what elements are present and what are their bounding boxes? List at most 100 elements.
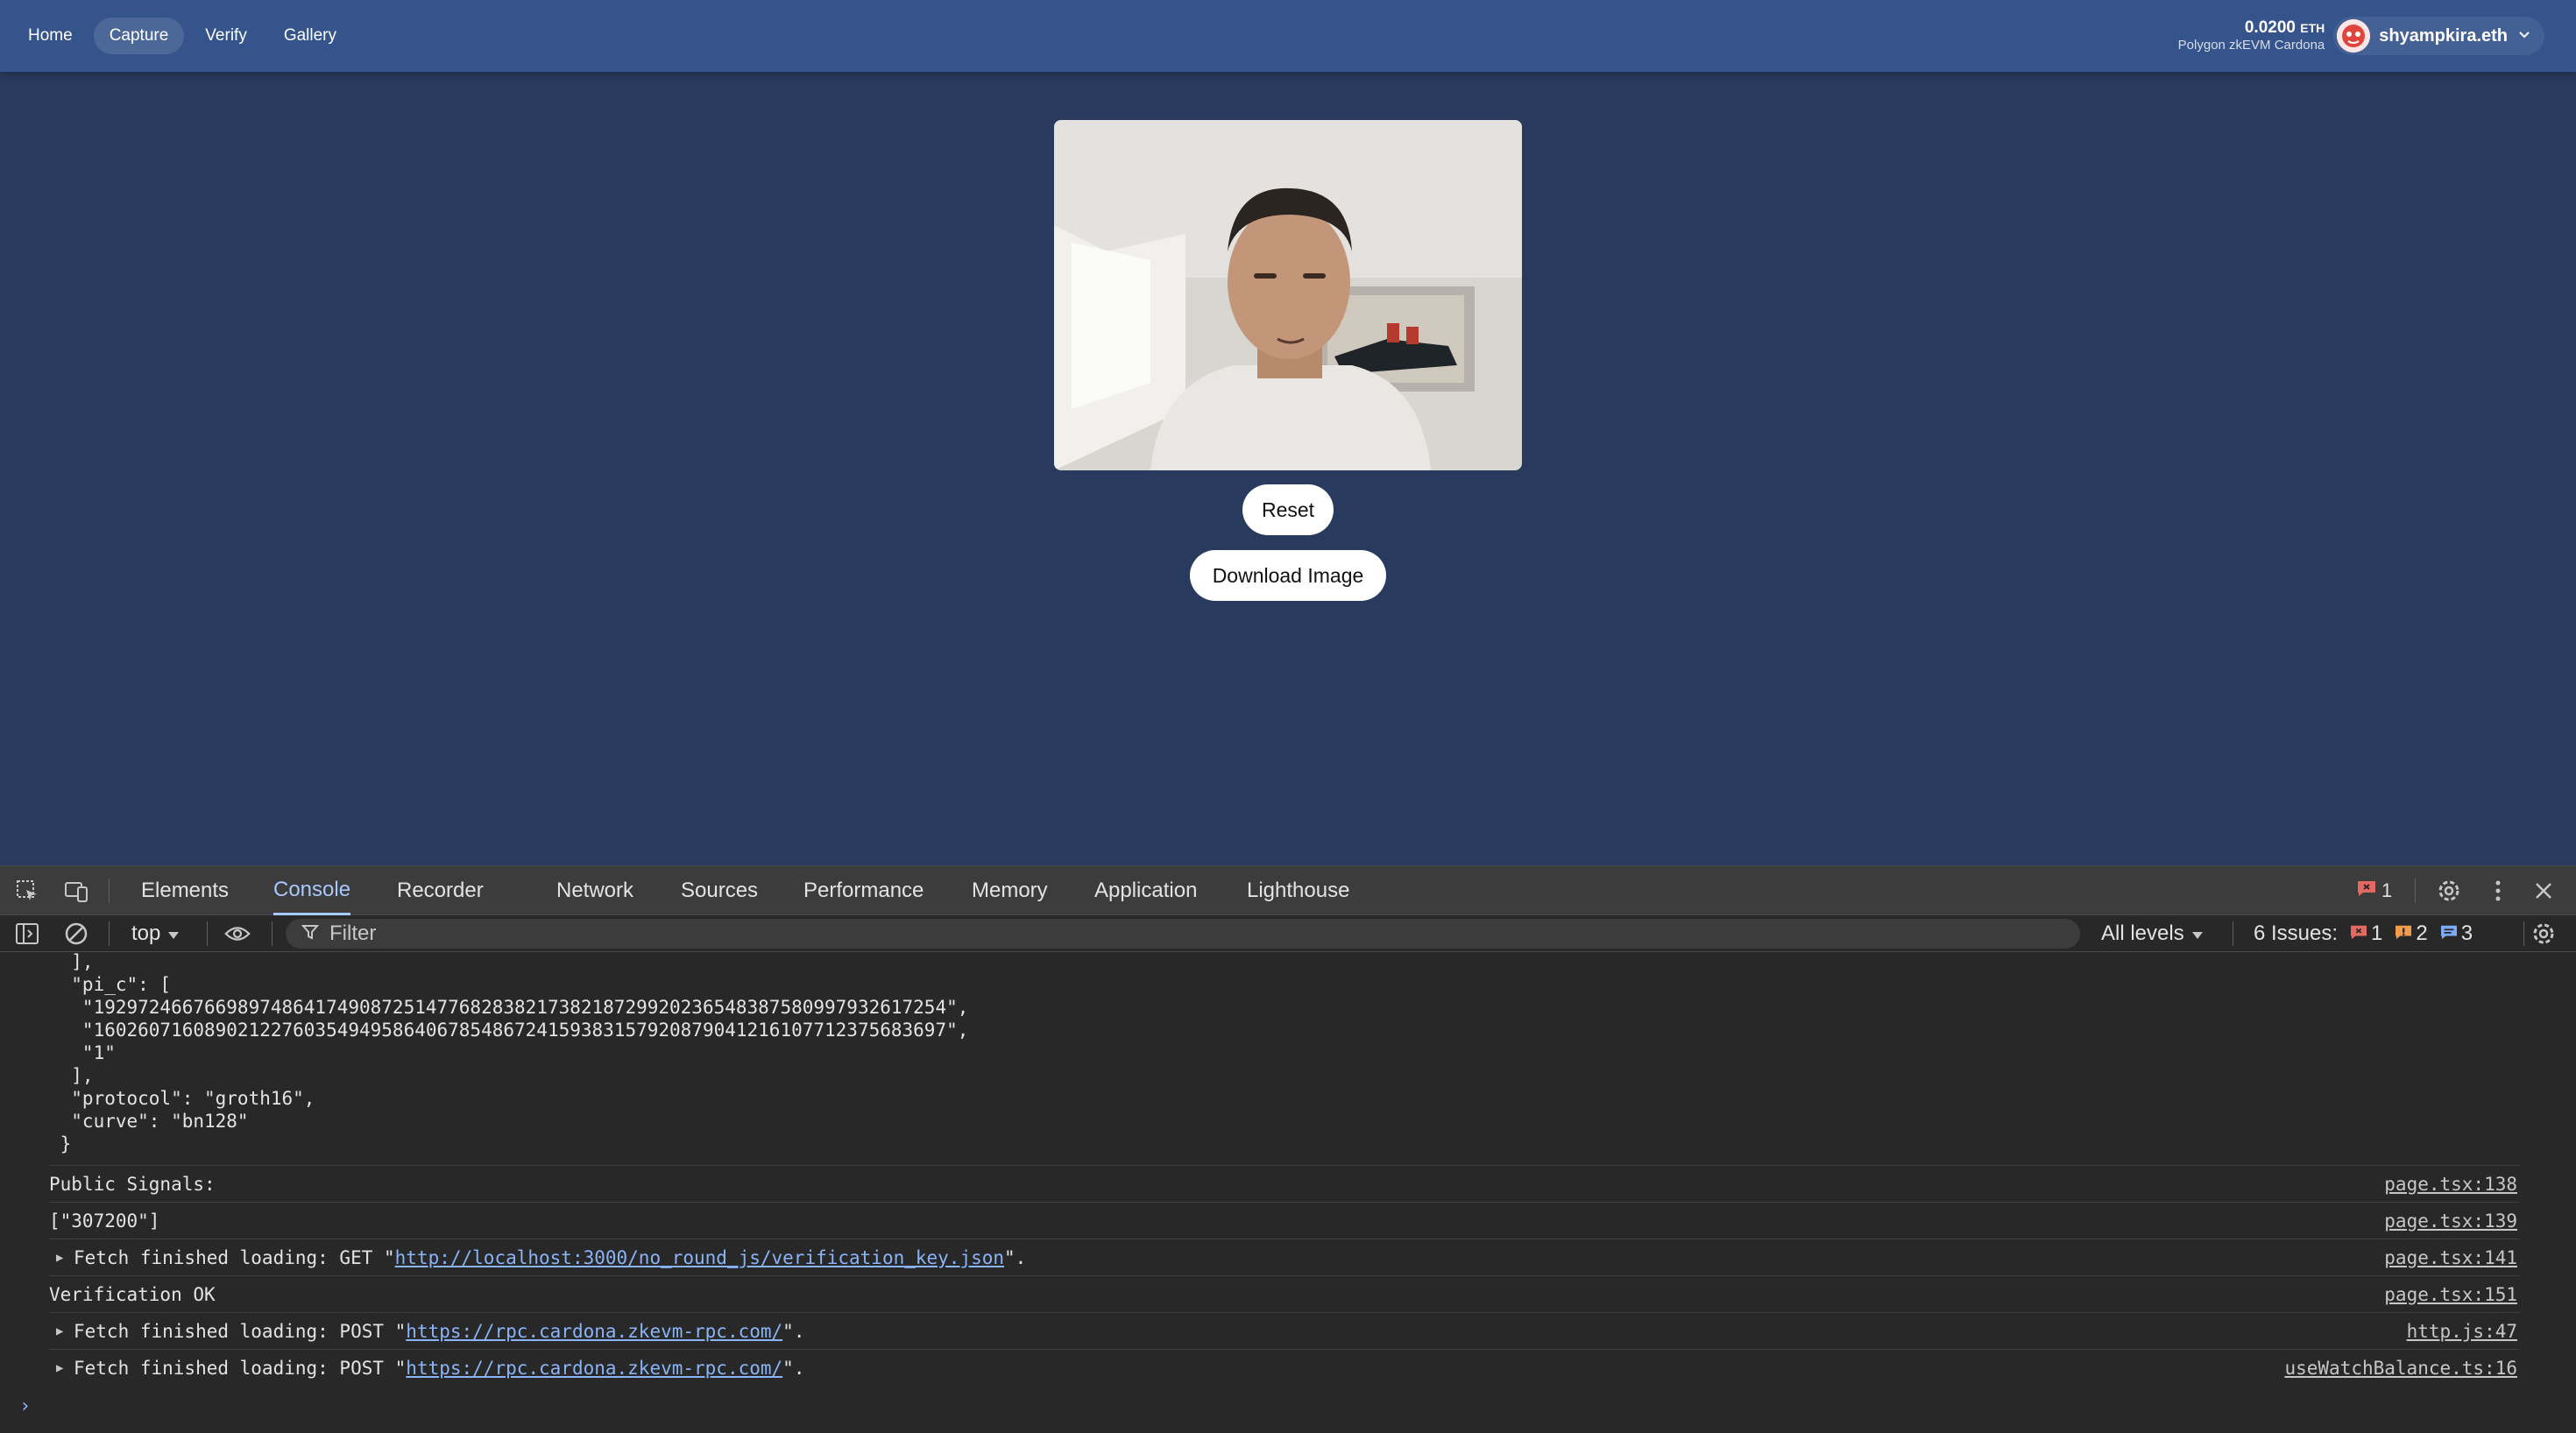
tab-elements[interactable]: Elements	[141, 866, 229, 915]
context-value: top	[131, 921, 161, 945]
tab-network[interactable]: Network	[556, 866, 633, 915]
filter-placeholder: Filter	[329, 921, 377, 945]
close-icon[interactable]	[2530, 878, 2557, 904]
console-message[interactable]: ▶ Fetch finished loading: GET "http://lo…	[49, 1239, 2520, 1275]
nav-links: Home Capture Verify Gallery	[12, 18, 352, 54]
toolbar-divider	[109, 921, 110, 946]
console-message-text: Public Signals:	[49, 1173, 216, 1195]
console-source-link[interactable]: useWatchBalance.ts:16	[2284, 1358, 2517, 1379]
console-message-text: Fetch finished loading: POST "https://rp…	[74, 1320, 805, 1342]
console-source-link[interactable]: page.tsx:151	[2384, 1284, 2517, 1305]
console-message-text: Verification OK	[49, 1283, 216, 1305]
toolbar-divider	[2415, 879, 2416, 903]
console-message: ["307200"] page.tsx:139	[49, 1202, 2520, 1239]
console-prompt-chevron-icon[interactable]: ›	[19, 1395, 31, 1417]
console-message-text: Fetch finished loading: POST "https://rp…	[74, 1357, 805, 1379]
log-levels-dropdown[interactable]: All levels	[2101, 920, 2204, 948]
console-output: ], "pi_c": [ "19297246676698974864174908…	[0, 951, 2576, 1433]
expand-triangle-icon[interactable]: ▶	[56, 1324, 63, 1338]
console-json-line: "192972466766989748641749087251477682838…	[49, 997, 969, 1018]
download-image-button[interactable]: Download Image	[1190, 550, 1386, 601]
tab-memory[interactable]: Memory	[972, 866, 1048, 915]
info-message-icon	[2440, 921, 2458, 946]
console-message-text: Fetch finished loading: GET "http://loca…	[74, 1246, 1027, 1268]
error-message-icon	[2357, 879, 2376, 902]
filter-funnel-icon	[301, 923, 320, 945]
tab-application[interactable]: Application	[1094, 866, 1197, 915]
fetch-url-link[interactable]: https://rpc.cardona.zkevm-rpc.com/	[406, 1321, 782, 1342]
tab-sources[interactable]: Sources	[681, 866, 758, 915]
console-json-line: "curve": "bn128"	[49, 1111, 249, 1132]
console-source-link[interactable]: page.tsx:139	[2384, 1211, 2517, 1232]
issues-info: 3	[2440, 921, 2473, 946]
account-button[interactable]: shyampkira.eth	[2333, 17, 2544, 55]
console-message-text: ["307200"]	[49, 1210, 160, 1232]
console-json-line: "protocol": "groth16",	[49, 1088, 315, 1109]
console-json-line: }	[49, 1133, 72, 1154]
devtools-tab-bar: Elements Console Recorder Network Source…	[0, 866, 2576, 915]
more-vert-icon[interactable]	[2485, 878, 2511, 904]
console-source-link[interactable]: page.tsx:138	[2384, 1174, 2517, 1195]
captured-photo	[1054, 120, 1522, 470]
tab-performance[interactable]: Performance	[803, 866, 924, 915]
nav-link-verify[interactable]: Verify	[189, 18, 263, 54]
console-message: Verification OK page.tsx:151	[49, 1275, 2520, 1312]
account-name: shyampkira.eth	[2379, 25, 2508, 46]
console-json-line: "1"	[49, 1042, 116, 1063]
wallet-area: 0.0200 ETH Polygon zkEVM Cardona shyampk…	[2178, 16, 2544, 56]
console-json-line: "160260716089021227603549495864067854867…	[49, 1020, 969, 1041]
expand-triangle-icon[interactable]: ▶	[56, 1251, 63, 1265]
chevron-down-icon	[167, 921, 180, 946]
console-json-line: ],	[49, 1065, 94, 1086]
reset-button[interactable]: Reset	[1242, 484, 1334, 535]
console-source-link[interactable]: page.tsx:141	[2384, 1247, 2517, 1268]
nav-link-gallery[interactable]: Gallery	[268, 18, 352, 54]
inspect-element-icon[interactable]	[14, 878, 40, 904]
console-message[interactable]: ▶ Fetch finished loading: POST "https://…	[49, 1349, 2520, 1386]
balance-amount: 0.0200	[2244, 18, 2296, 38]
issues-error-count: 1	[2371, 921, 2383, 945]
context-selector[interactable]: top	[131, 920, 180, 948]
app-navbar: Home Capture Verify Gallery 0.0200 ETH P…	[0, 0, 2576, 72]
warning-message-icon	[2395, 921, 2412, 946]
chevron-down-icon	[2516, 26, 2532, 46]
device-toolbar-icon[interactable]	[63, 878, 89, 904]
clear-console-icon[interactable]	[63, 921, 89, 947]
toolbar-divider	[207, 921, 208, 946]
console-toolbar: top Filter All levels 6 Issues: 1 2 3	[0, 915, 2576, 952]
error-count: 1	[2381, 879, 2393, 901]
avatar	[2337, 19, 2371, 53]
network-name: Polygon zkEVM Cardona	[2177, 38, 2325, 53]
sidebar-toggle-icon[interactable]	[14, 921, 40, 947]
nav-link-capture[interactable]: Capture	[93, 18, 185, 54]
issues-warning-count: 2	[2416, 921, 2428, 945]
levels-label: All levels	[2101, 921, 2184, 945]
nav-link-home[interactable]: Home	[12, 18, 88, 54]
settings-gear-icon[interactable]	[2436, 878, 2462, 904]
toolbar-divider	[2523, 921, 2524, 946]
expand-triangle-icon[interactable]: ▶	[56, 1361, 63, 1375]
balance-unit: ETH	[2300, 21, 2325, 36]
console-source-link[interactable]: http.js:47	[2407, 1321, 2517, 1342]
issues-errors: 1	[2350, 921, 2382, 946]
console-json-line: ],	[49, 951, 94, 972]
console-json-line: "pi_c": [	[49, 974, 172, 995]
issues-counter[interactable]: 6 Issues: 1 2 3	[2254, 920, 2473, 948]
console-filter-input[interactable]: Filter	[286, 919, 2080, 949]
console-settings-gear-icon[interactable]	[2530, 921, 2557, 947]
tab-recorder[interactable]: Recorder	[397, 866, 484, 915]
fetch-url-link[interactable]: https://rpc.cardona.zkevm-rpc.com/	[406, 1358, 782, 1379]
error-badge[interactable]: 1	[2357, 879, 2392, 903]
fetch-url-link[interactable]: http://localhost:3000/no_round_js/verifi…	[395, 1247, 1004, 1268]
tab-console[interactable]: Console	[273, 866, 351, 915]
balance-display[interactable]: 0.0200 ETH Polygon zkEVM Cardona	[2178, 18, 2325, 53]
issues-warnings: 2	[2395, 921, 2428, 946]
tab-lighthouse[interactable]: Lighthouse	[1247, 866, 1349, 915]
issues-info-count: 3	[2460, 921, 2473, 945]
console-message[interactable]: ▶ Fetch finished loading: POST "https://…	[49, 1312, 2520, 1349]
error-message-icon	[2350, 921, 2367, 946]
issues-label: 6 Issues:	[2254, 921, 2339, 945]
eye-icon[interactable]	[224, 921, 251, 947]
console-message: Public Signals: page.tsx:138	[49, 1165, 2520, 1202]
toolbar-divider	[109, 879, 110, 903]
